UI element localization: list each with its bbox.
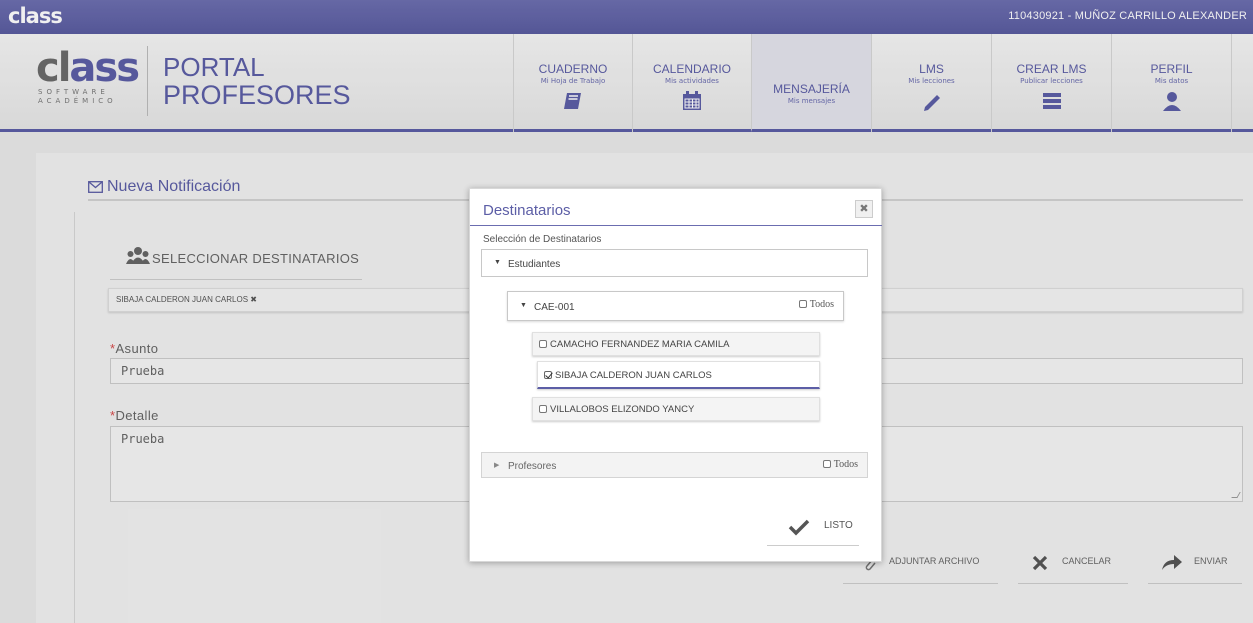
modal-subtitle: Selección de Destinatarios bbox=[483, 234, 602, 245]
checkbox-icon bbox=[798, 300, 807, 308]
student-item[interactable]: CAMACHO FERNANDEZ MARIA CAMILA bbox=[532, 332, 820, 356]
student-item-selected[interactable]: SIBAJA CALDERON JUAN CARLOS bbox=[537, 361, 820, 389]
caret-right-icon: ▶ bbox=[494, 462, 500, 469]
checkbox-icon bbox=[539, 405, 547, 413]
accordion-profesores[interactable]: ▶ Profesores Todos bbox=[481, 452, 868, 478]
checkbox-icon bbox=[539, 340, 547, 348]
done-button[interactable]: LISTO bbox=[767, 508, 859, 546]
todos-checkbox[interactable]: Todos bbox=[822, 459, 858, 470]
student-item[interactable]: VILLALOBOS ELIZONDO YANCY bbox=[532, 397, 820, 421]
accordion-estudiantes[interactable]: ▼ Estudiantes bbox=[481, 249, 868, 277]
check-icon bbox=[788, 519, 810, 536]
checked-checkbox-icon bbox=[544, 371, 552, 379]
modal-close-button[interactable]: ✖ bbox=[855, 200, 873, 218]
modal-title-divider bbox=[470, 225, 882, 226]
modal-title: Destinatarios bbox=[483, 202, 571, 219]
todos-checkbox[interactable]: Todos bbox=[798, 299, 834, 310]
caret-down-icon: ▼ bbox=[520, 302, 527, 309]
caret-down-icon: ▼ bbox=[494, 259, 501, 266]
checkbox-icon bbox=[822, 460, 831, 468]
accordion-cae-001[interactable]: ▼ CAE-001 Todos bbox=[507, 291, 844, 321]
